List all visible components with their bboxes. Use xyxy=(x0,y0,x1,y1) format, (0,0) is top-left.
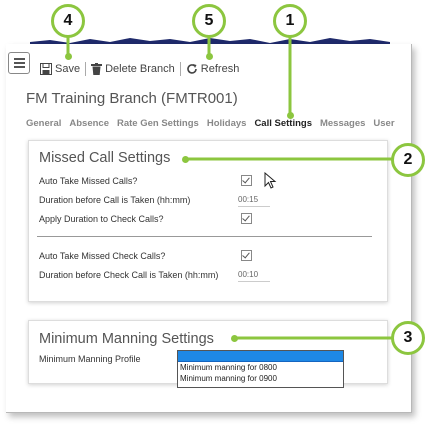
callout-dot xyxy=(231,335,238,342)
callout-dot xyxy=(65,53,72,60)
callout-dot xyxy=(182,156,189,163)
callout-badge-2: 2 xyxy=(391,143,425,177)
callout-connectors xyxy=(66,34,393,340)
callout-badge-4: 4 xyxy=(51,4,85,38)
callout-badge-5: 5 xyxy=(192,4,226,38)
callout-badge-3: 3 xyxy=(391,321,425,355)
callout-dot xyxy=(206,53,213,60)
callout-dot xyxy=(287,112,294,119)
callout-badge-1: 1 xyxy=(273,4,307,38)
